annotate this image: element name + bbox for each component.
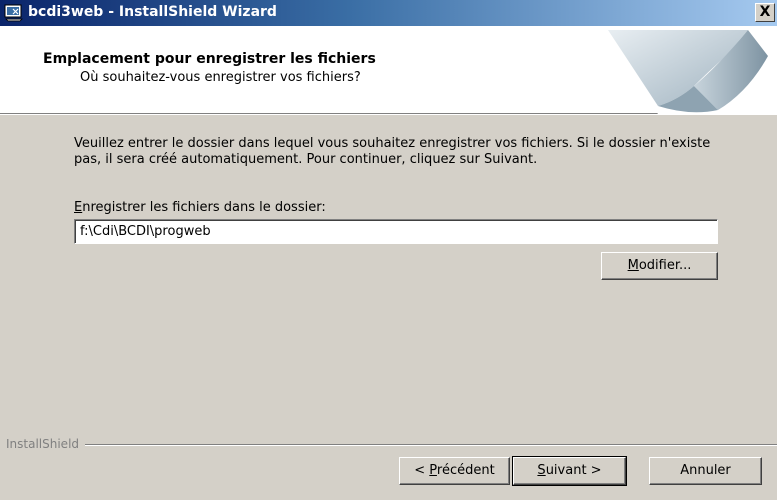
title-bar[interactable]: bcdi3web - InstallShield Wizard X: [0, 0, 777, 26]
page-subtitle: Où souhaitez-vous enregistrer vos fichie…: [80, 70, 361, 85]
folder-label-text: nregistrer les fichiers dans le dossier:: [82, 200, 326, 215]
installshield-banner-icon: [598, 26, 777, 114]
window-title: bcdi3web - InstallShield Wizard: [28, 4, 277, 20]
modify-button[interactable]: Modifier...: [601, 252, 718, 280]
wizard-body: Veuillez entrer le dossier dans lequel v…: [0, 116, 777, 500]
close-button[interactable]: X: [755, 3, 775, 22]
modify-mnemonic: M: [627, 258, 639, 273]
modify-label: odifier...: [638, 258, 692, 273]
next-label: uivant >: [545, 463, 602, 478]
folder-label-mnemonic: E: [74, 200, 83, 215]
installer-app-icon: [4, 4, 23, 22]
separator-line: [6, 444, 777, 446]
cancel-label: Annuler: [680, 463, 731, 478]
next-mnemonic: S: [537, 463, 546, 478]
back-button[interactable]: < Précédent: [399, 457, 510, 485]
wizard-header: Emplacement pour enregistrer les fichier…: [0, 26, 777, 115]
folder-label: Enregistrer les fichiers dans le dossier…: [74, 200, 326, 215]
brand-separator: InstallShield: [0, 437, 777, 451]
next-button[interactable]: Suivant >: [512, 456, 627, 486]
back-mnemonic: P: [429, 463, 437, 478]
cancel-button[interactable]: Annuler: [649, 457, 762, 485]
page-title: Emplacement pour enregistrer les fichier…: [43, 51, 376, 67]
instructions-text: Veuillez entrer le dossier dans lequel v…: [74, 136, 711, 167]
back-prefix: <: [414, 463, 430, 478]
back-label: récédent: [436, 463, 495, 478]
installshield-brand: InstallShield: [6, 437, 86, 451]
close-icon: X: [759, 4, 771, 20]
folder-path-input[interactable]: [74, 219, 718, 244]
